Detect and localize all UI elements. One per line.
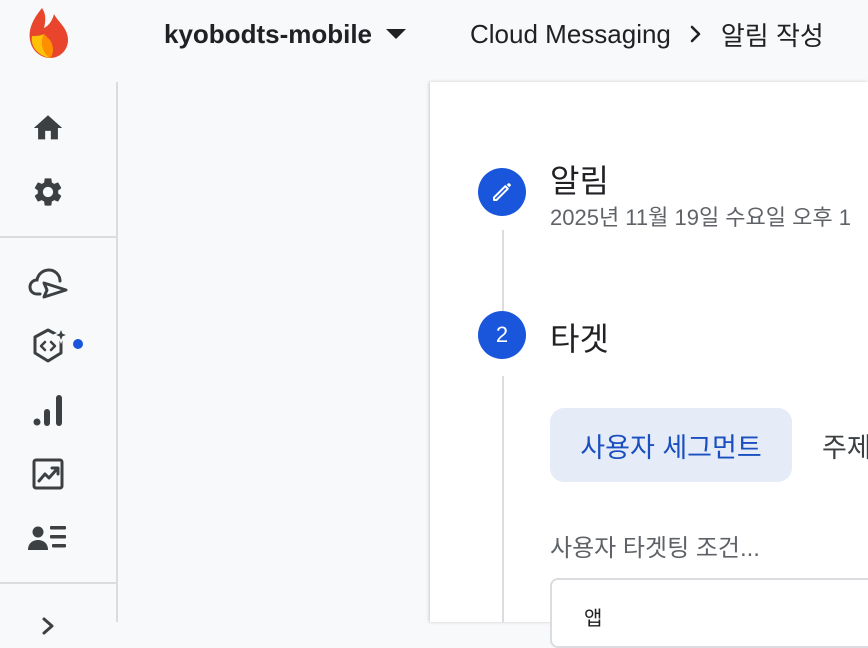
sidebar-item-performance[interactable] bbox=[28, 454, 68, 494]
top-bar: kyobodts-mobile Cloud Messaging 알림 작성 bbox=[0, 0, 868, 82]
sidebar-item-analytics[interactable] bbox=[28, 390, 68, 430]
person-list-icon bbox=[28, 526, 66, 550]
sidebar-divider bbox=[0, 236, 118, 238]
step1-summary: 2025년 11월 19일 수요일 오후 1 bbox=[550, 205, 851, 230]
step1-title: 알림 bbox=[550, 163, 609, 199]
breadcrumb-current: 알림 작성 bbox=[720, 20, 824, 51]
caret-down-icon bbox=[386, 29, 407, 39]
chevron-right-icon bbox=[42, 617, 54, 635]
compose-notification-card: 알림 2025년 11월 19일 수요일 오후 1 2 타겟 사용자 세그먼트 … bbox=[430, 82, 868, 648]
sidebar-item-settings[interactable] bbox=[28, 172, 68, 212]
pencil-icon bbox=[493, 183, 511, 201]
sidebar-item-genkit[interactable] bbox=[28, 326, 68, 366]
tab-user-segment[interactable]: 사용자 세그먼트 bbox=[550, 408, 792, 482]
cloud-send-icon bbox=[28, 268, 68, 299]
firebase-logo-icon[interactable] bbox=[24, 6, 74, 60]
sidebar-expand-button[interactable] bbox=[28, 606, 68, 646]
sidebar-item-messaging[interactable] bbox=[28, 264, 68, 304]
app-select-label: 앱 bbox=[584, 608, 603, 630]
step1-indicator[interactable] bbox=[478, 168, 526, 216]
step-connector-line bbox=[502, 376, 504, 622]
bar-chart-icon bbox=[33, 395, 62, 426]
sidebar-divider bbox=[0, 582, 118, 584]
notification-dot-badge bbox=[73, 339, 83, 349]
tab-topic[interactable]: 주제 bbox=[822, 408, 868, 482]
main-content: 알림 2025년 11월 19일 수요일 오후 1 2 타겟 사용자 세그먼트 … bbox=[118, 82, 868, 648]
trending-chart-icon bbox=[32, 458, 64, 490]
breadcrumb-cloud-messaging[interactable]: Cloud Messaging bbox=[470, 19, 671, 50]
app-select-field[interactable]: 앱 bbox=[550, 578, 868, 648]
chevron-right-icon bbox=[690, 25, 701, 43]
home-icon bbox=[33, 115, 63, 140]
step2-indicator[interactable]: 2 bbox=[478, 311, 526, 359]
targeting-condition-label: 사용자 타겟팅 조건... bbox=[550, 535, 760, 562]
project-name: kyobodts-mobile bbox=[164, 18, 373, 49]
breadcrumb: Cloud Messaging 알림 작성 bbox=[470, 16, 824, 52]
step2-title: 타겟 bbox=[550, 321, 609, 357]
sidebar-nav bbox=[0, 82, 118, 635]
ai-code-sparkle-icon bbox=[33, 326, 68, 363]
step-connector-line bbox=[502, 230, 504, 322]
sidebar-item-home[interactable] bbox=[28, 108, 68, 148]
sidebar-item-audiences[interactable] bbox=[28, 518, 68, 558]
gear-icon bbox=[34, 178, 62, 206]
project-selector[interactable]: kyobodts-mobile bbox=[164, 16, 407, 52]
